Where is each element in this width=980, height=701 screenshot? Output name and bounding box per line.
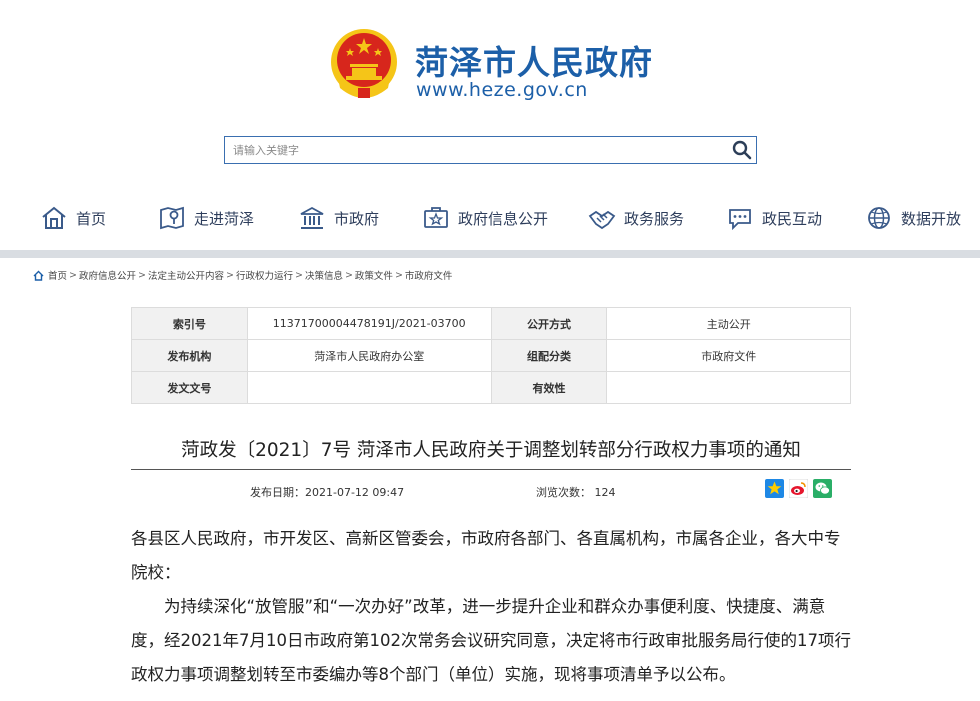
open-mode-label: 公开方式 [490,307,608,340]
breadcrumb-item[interactable]: 法定主动公开内容 [148,268,224,282]
info-card-icon [424,207,448,228]
site-title[interactable]: 菏泽市人民政府 [415,36,653,84]
paragraph: 为持续深化“放管服”和“一次办好”改革，进一步提升企业和群众办事便利度、快捷度、… [131,597,851,684]
government-building-icon [300,206,324,229]
map-pin-icon [160,206,184,230]
home-icon [33,270,44,281]
article-body: 各县区人民政府，市开发区、高新区管委会，市政府各部门、各直属机构，市属各企业，各… [131,522,851,692]
breadcrumb-item[interactable]: 政策文件 [355,268,393,282]
doc-no-label: 发文文号 [131,371,248,404]
home-icon [42,206,66,229]
search-box [224,136,757,164]
nav-label: 走进菏泽 [194,209,255,228]
table-row: 索引号 11371700004478191J/2021-03700 公开方式 主… [131,307,851,340]
qzone-star-icon[interactable] [765,479,784,498]
salutation: 各县区人民政府，市开发区、高新区管委会，市政府各部门、各直属机构，市属各企业，各… [131,529,841,582]
nav-item-gov-services[interactable]: 政务服务 [588,198,684,238]
breadcrumb-item[interactable]: 首页 [48,268,67,282]
nav-label: 市政府 [334,209,380,228]
main-nav: 首页 走进菏泽 市政府 政府信息公开 政务服务 政民互动 数据开放 [0,198,980,240]
site-url[interactable]: www.heze.gov.cn [416,79,588,101]
publisher-label: 发布机构 [131,339,248,372]
breadcrumb-item[interactable]: 市政府文件 [405,268,453,282]
nav-item-about-heze[interactable]: 走进菏泽 [158,198,254,238]
index-no-label: 索引号 [131,307,248,340]
open-mode-value: 主动公开 [606,307,851,340]
document-info-table: 索引号 11371700004478191J/2021-03700 公开方式 主… [131,307,851,404]
index-no-value: 11371700004478191J/2021-03700 [246,307,492,340]
breadcrumb: 首页 > 政府信息公开 > 法定主动公开内容 > 行政权力运行 > 决策信息 > 政策文件… [33,267,452,283]
doc-no-value [246,371,492,404]
globe-icon [868,207,890,229]
site-header: 菏泽市人民政府 www.heze.gov.cn 首页 走进菏泽 [0,0,980,250]
article-title: 菏政发〔2021〕7号 菏泽市人民政府关于调整划转部分行政权力事项的通知 [181,440,801,461]
publisher-value: 菏泽市人民政府办公室 [246,339,492,372]
nav-label: 数据开放 [901,209,962,228]
nav-item-open-data[interactable]: 数据开放 [865,198,961,238]
nav-label: 政务服务 [624,209,685,228]
category-value: 市政府文件 [606,339,851,372]
wechat-icon[interactable] [813,479,832,498]
search-icon[interactable] [730,139,754,161]
validity-value [606,371,851,404]
view-count: 浏览次数： 124 [536,486,616,499]
header-divider [0,250,980,258]
table-row: 发布机构 菏泽市人民政府办公室 组配分类 市政府文件 [131,339,851,372]
nav-item-info-disclosure[interactable]: 政府信息公开 [422,198,548,238]
nav-item-city-government[interactable]: 市政府 [298,198,379,238]
publish-date: 发布日期：2021-07-12 09:47 [250,486,405,499]
table-row: 发文文号 有效性 [131,371,851,404]
nav-item-public-interaction[interactable]: 政民互动 [726,198,822,238]
category-label: 组配分类 [490,339,608,372]
handshake-icon [588,210,616,230]
chat-icon [729,209,751,231]
weibo-icon[interactable] [789,479,808,498]
national-emblem-icon [331,29,397,98]
breadcrumb-item[interactable]: 行政权力运行 [236,268,293,282]
validity-label: 有效性 [490,371,608,404]
nav-item-home[interactable]: 首页 [40,198,106,238]
breadcrumb-item[interactable]: 决策信息 [305,268,343,282]
nav-label: 政府信息公开 [458,209,549,228]
title-divider [131,469,851,470]
nav-label: 政民互动 [762,209,823,228]
breadcrumb-item[interactable]: 政府信息公开 [79,268,136,282]
search-input[interactable] [225,137,725,163]
nav-label: 首页 [76,209,107,228]
